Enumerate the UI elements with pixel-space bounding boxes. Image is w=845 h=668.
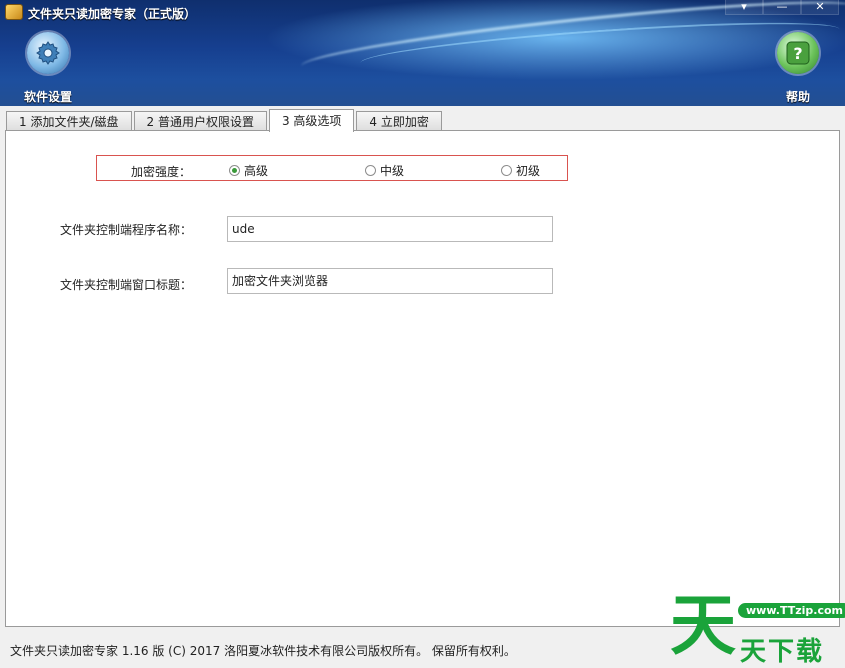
title-bar: 文件夹只读加密专家（正式版） ▾ — ✕ 软件设置 ? 帮助 <box>0 0 845 106</box>
watermark-sub: 天下载 <box>740 637 825 667</box>
help-label: 帮助 <box>785 90 810 104</box>
close-button[interactable]: ✕ <box>801 0 839 15</box>
site-watermark: 天 www.TTzip.com 天下载 <box>668 587 845 667</box>
minimize-button[interactable]: — <box>763 0 801 15</box>
tab-add-folder-disk[interactable]: 1 添加文件夹/磁盘 <box>6 111 132 132</box>
software-settings-label: 软件设置 <box>23 90 72 104</box>
strength-medium-radio[interactable]: 中级 <box>365 162 404 179</box>
encryption-strength-group: 加密强度： 高级 中级 初级 <box>96 155 568 181</box>
help-icon: ? <box>777 32 819 74</box>
watermark-url: www.TTzip.com <box>738 603 845 618</box>
watermark-glyph: 天 <box>670 587 736 664</box>
app-icon <box>6 5 22 19</box>
help-button[interactable]: ? 帮助 <box>768 32 828 105</box>
strength-low-label: 初级 <box>516 164 541 178</box>
strength-low-radio[interactable]: 初级 <box>501 162 540 179</box>
advanced-options-panel: 加密强度： 高级 中级 初级 文件夹控制端程序名称： ude 文件夹控制端窗口标… <box>5 130 840 627</box>
tab-advanced-options[interactable]: 3 高级选项 <box>268 109 355 132</box>
tab-strip: 1 添加文件夹/磁盘 2 普通用户权限设置 3 高级选项 4 立即加密 <box>6 109 444 132</box>
program-name-label: 文件夹控制端程序名称： <box>60 223 193 237</box>
radio-checked-icon <box>229 165 240 176</box>
encryption-strength-label: 加密强度： <box>131 165 192 179</box>
window-controls: ▾ — ✕ <box>725 0 839 15</box>
tab-encrypt-now[interactable]: 4 立即加密 <box>356 111 442 132</box>
tab-user-permissions[interactable]: 2 普通用户权限设置 <box>133 111 267 132</box>
menu-dropdown-button[interactable]: ▾ <box>725 0 763 15</box>
strength-high-label: 高级 <box>244 164 269 178</box>
radio-unchecked-icon <box>365 165 376 176</box>
strength-medium-label: 中级 <box>380 164 405 178</box>
window-title-label: 文件夹控制端窗口标题： <box>60 278 193 292</box>
software-settings-button[interactable]: 软件设置 <box>18 32 78 105</box>
window-title: 文件夹只读加密专家（正式版） <box>28 7 197 21</box>
radio-unchecked-icon <box>501 165 512 176</box>
copyright-text: 文件夹只读加密专家 1.16 版 (C) 2017 洛阳夏冰软件技术有限公司版权… <box>10 644 516 658</box>
program-name-input[interactable]: ude <box>227 216 553 242</box>
strength-high-radio[interactable]: 高级 <box>229 162 268 179</box>
svg-text:?: ? <box>793 44 802 63</box>
gear-icon <box>27 32 69 74</box>
window-title-input[interactable]: 加密文件夹浏览器 <box>227 268 553 294</box>
